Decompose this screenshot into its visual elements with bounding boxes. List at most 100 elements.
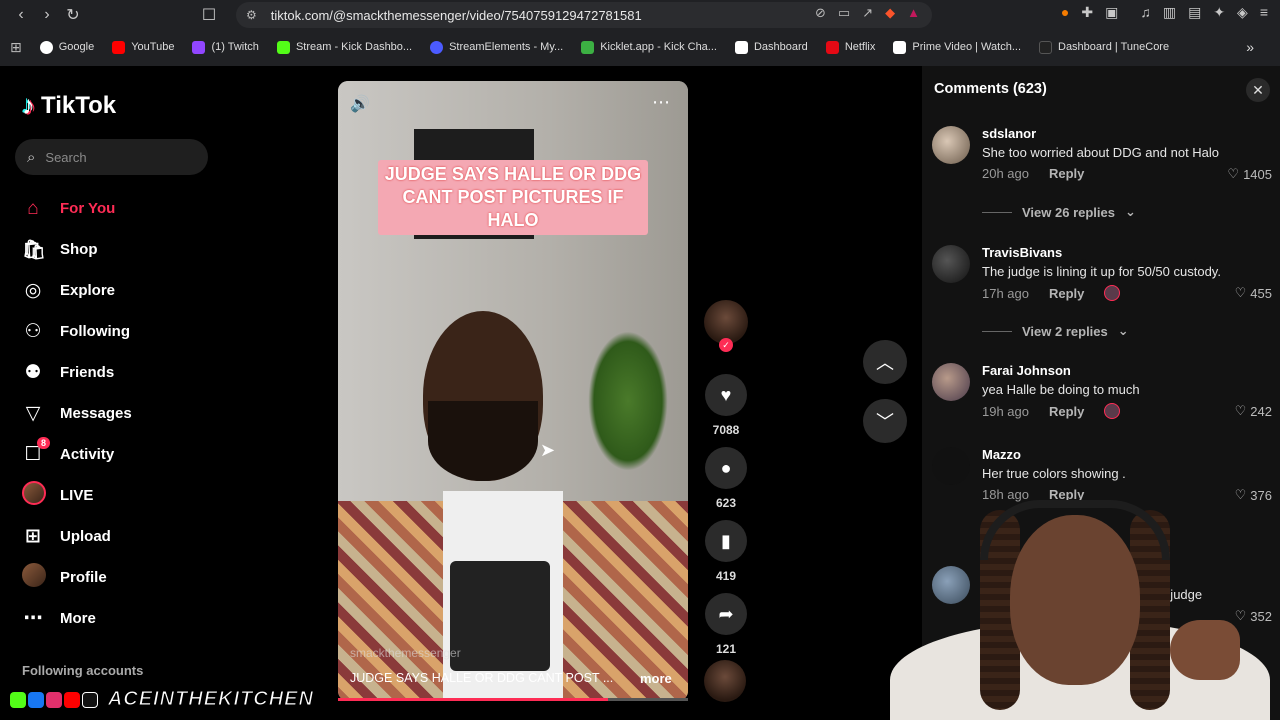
music-disc-avatar[interactable] bbox=[704, 660, 746, 702]
sidebar-item-activity[interactable]: ☐ 8 Activity bbox=[22, 434, 232, 475]
comment-text: yea Halle be doing to much bbox=[982, 382, 1140, 397]
search-input[interactable]: ⌕ Search bbox=[15, 139, 208, 175]
share-icon[interactable]: ↗ bbox=[862, 5, 873, 21]
follow-check-icon[interactable]: ✓ bbox=[719, 338, 733, 352]
reply-button[interactable]: Reply bbox=[1049, 166, 1084, 181]
sidebar-item-shop[interactable]: 🛍 Shop bbox=[22, 229, 232, 270]
sidebar-item-following[interactable]: ⚇ Following bbox=[22, 311, 232, 352]
wallet-icon[interactable]: ▤ bbox=[1188, 4, 1201, 21]
save-count: 419 bbox=[715, 569, 737, 583]
sidebar-item-more[interactable]: ⋯ More bbox=[22, 598, 232, 639]
bookmark-item[interactable]: Netflix bbox=[825, 40, 875, 54]
comment-like-button[interactable]: ♡ 242 bbox=[1235, 403, 1272, 419]
comment-text: She too worried about DDG and not Halo bbox=[982, 145, 1220, 160]
sidebar-item-explore[interactable]: ◎ Explore bbox=[22, 270, 232, 311]
friends-icon: ⚉ bbox=[24, 362, 42, 383]
brave-rewards-icon[interactable]: ▲ bbox=[907, 5, 920, 21]
forward-icon[interactable]: › bbox=[34, 2, 60, 28]
upload-icon: ⊞ bbox=[25, 526, 41, 547]
action-rail: ✓ ♥ 7088 ● 623 ▮ 419 ➦ 121 bbox=[703, 300, 749, 658]
comment-username[interactable]: Mazzo bbox=[982, 447, 1021, 462]
video-progress-bar[interactable] bbox=[338, 698, 688, 701]
bookmark-icon: ▮ bbox=[721, 530, 731, 551]
share-count: 121 bbox=[715, 642, 737, 656]
video-plant bbox=[588, 331, 668, 471]
bookmark-item[interactable]: Kicklet.app - Kick Cha... bbox=[581, 40, 717, 54]
back-icon[interactable]: ‹ bbox=[8, 2, 34, 28]
bookmark-icon[interactable]: ☐ bbox=[196, 2, 222, 28]
screenshot-icon[interactable]: ▣ bbox=[1105, 4, 1118, 21]
following-accounts-heading: Following accounts bbox=[22, 663, 144, 678]
sidebar-item-friends[interactable]: ⚉ Friends bbox=[22, 352, 232, 393]
bookmark-item[interactable]: Prime Video | Watch... bbox=[893, 40, 1021, 54]
bookmark-item[interactable]: Dashboard bbox=[734, 40, 808, 54]
headset bbox=[980, 500, 1170, 560]
address-bar[interactable]: ⚙ tiktok.com/@smackthemessenger/video/75… bbox=[236, 2, 932, 28]
avatar[interactable] bbox=[932, 126, 970, 164]
sidebar-item-live[interactable]: LIVE bbox=[22, 475, 232, 516]
volume-icon[interactable]: 🔊 bbox=[350, 94, 370, 114]
sidebar-item-messages[interactable]: ▽ Messages bbox=[22, 393, 232, 434]
avatar[interactable] bbox=[932, 447, 970, 485]
comment-text: The judge is lining it up for 50/50 cust… bbox=[982, 264, 1221, 279]
video-caption-overlay: JUDGE SAYS HALLE OR DDG CANT POST PICTUR… bbox=[378, 160, 648, 235]
next-video-button[interactable]: ﹀ bbox=[863, 399, 907, 443]
avatar[interactable] bbox=[932, 363, 970, 401]
puzzle-icon[interactable]: ✚ bbox=[1081, 4, 1093, 21]
chevron-down-icon: ⌄ bbox=[1125, 204, 1136, 219]
close-comments-button[interactable]: ✕ bbox=[1246, 78, 1270, 102]
bookmark-item[interactable]: (1) Twitch bbox=[192, 40, 259, 54]
comment-count: 623 bbox=[715, 496, 737, 510]
activity-icon: ☐ 8 bbox=[22, 437, 50, 466]
bookmarks-overflow-icon[interactable]: » bbox=[1246, 39, 1254, 55]
avatar[interactable] bbox=[932, 245, 970, 283]
bookmark-item[interactable]: Dashboard | TuneCore bbox=[1039, 40, 1169, 54]
bookmark-item[interactable]: Stream - Kick Dashbo... bbox=[276, 40, 412, 54]
save-button[interactable]: ▮ bbox=[705, 520, 747, 562]
tiktok-logo[interactable]: ♪ TikTok bbox=[22, 90, 116, 121]
comment-like-button[interactable]: ♡ 455 bbox=[1235, 285, 1272, 301]
previous-video-button[interactable]: ︿ bbox=[863, 340, 907, 384]
shop-icon: 🛍 bbox=[22, 239, 47, 261]
sidebar-icon[interactable]: ▥ bbox=[1163, 4, 1176, 21]
translate-icon[interactable]: ⊘ bbox=[815, 5, 826, 21]
more-icon: ⋯ bbox=[23, 608, 43, 629]
vpn-icon[interactable]: ◈ bbox=[1237, 4, 1248, 21]
comment-username[interactable]: sdslanor bbox=[982, 126, 1036, 141]
sidebar-item-upload[interactable]: ⊞ Upload bbox=[22, 516, 232, 557]
more-options-icon[interactable]: ⋯ bbox=[652, 92, 670, 113]
ai-icon[interactable]: ✦ bbox=[1213, 4, 1225, 21]
view-replies-button[interactable]: View 26 replies ⌄ bbox=[982, 204, 1136, 220]
creator-avatar[interactable]: ✓ bbox=[704, 300, 748, 352]
heart-icon: ♥ bbox=[720, 384, 732, 405]
share-button[interactable]: ➦ bbox=[705, 593, 747, 635]
apps-icon[interactable]: ⊞ bbox=[10, 39, 22, 56]
tiktok-note-icon: ♪ bbox=[22, 90, 35, 120]
bookmark-item[interactable]: YouTube bbox=[112, 40, 174, 54]
description-more-link[interactable]: more bbox=[640, 671, 672, 686]
comment-button[interactable]: ● bbox=[705, 447, 747, 489]
comment-username[interactable]: TravisBivans bbox=[982, 245, 1062, 260]
sidebar-item-for-you[interactable]: ⌂ For You bbox=[22, 188, 232, 229]
reply-button[interactable]: Reply bbox=[1049, 286, 1084, 301]
comment-like-button[interactable]: ♡ 1405 bbox=[1227, 166, 1272, 182]
site-info-icon[interactable]: ⚙ bbox=[246, 8, 257, 22]
creator-liked-avatar bbox=[1104, 285, 1121, 301]
url-text: tiktok.com/@smackthemessenger/video/7540… bbox=[270, 7, 642, 23]
instagram-icon bbox=[46, 691, 62, 708]
bookmark-item[interactable]: Google bbox=[39, 40, 94, 54]
reply-button[interactable]: Reply bbox=[1049, 404, 1084, 419]
extension-icon[interactable]: ● bbox=[1061, 4, 1069, 21]
brave-shield-icon[interactable]: ◆ bbox=[885, 5, 895, 21]
music-icon[interactable]: ♫ bbox=[1140, 4, 1151, 21]
cast-icon[interactable]: ▭ bbox=[838, 5, 850, 21]
reload-icon[interactable]: ↻ bbox=[60, 2, 86, 28]
sidebar-item-profile[interactable]: Profile bbox=[22, 557, 232, 598]
video-username[interactable]: smackthemessenger bbox=[350, 646, 461, 660]
live-avatar bbox=[22, 480, 46, 505]
comment-username[interactable]: Farai Johnson bbox=[982, 363, 1071, 378]
menu-icon[interactable]: ≡ bbox=[1260, 4, 1268, 21]
view-replies-button[interactable]: View 2 replies ⌄ bbox=[982, 323, 1129, 339]
bookmark-item[interactable]: StreamElements - My... bbox=[430, 40, 563, 54]
like-button[interactable]: ♥ bbox=[705, 374, 747, 416]
